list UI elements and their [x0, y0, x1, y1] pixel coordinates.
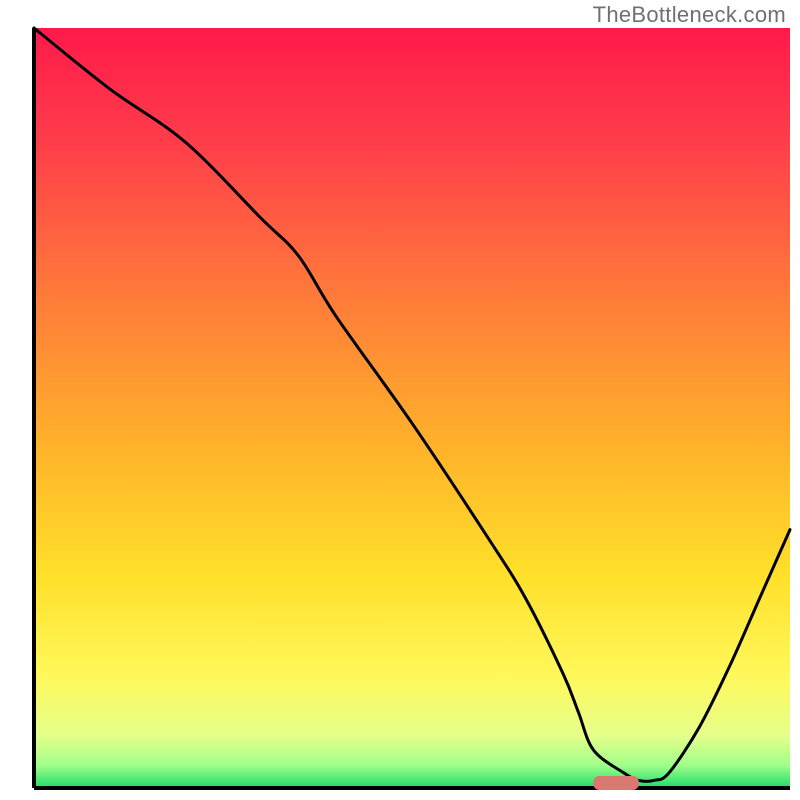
plot-background: [34, 28, 790, 788]
chart-svg: [0, 0, 800, 800]
optimal-marker: [593, 776, 638, 790]
chart-container: TheBottleneck.com: [0, 0, 800, 800]
watermark-text: TheBottleneck.com: [593, 2, 786, 28]
